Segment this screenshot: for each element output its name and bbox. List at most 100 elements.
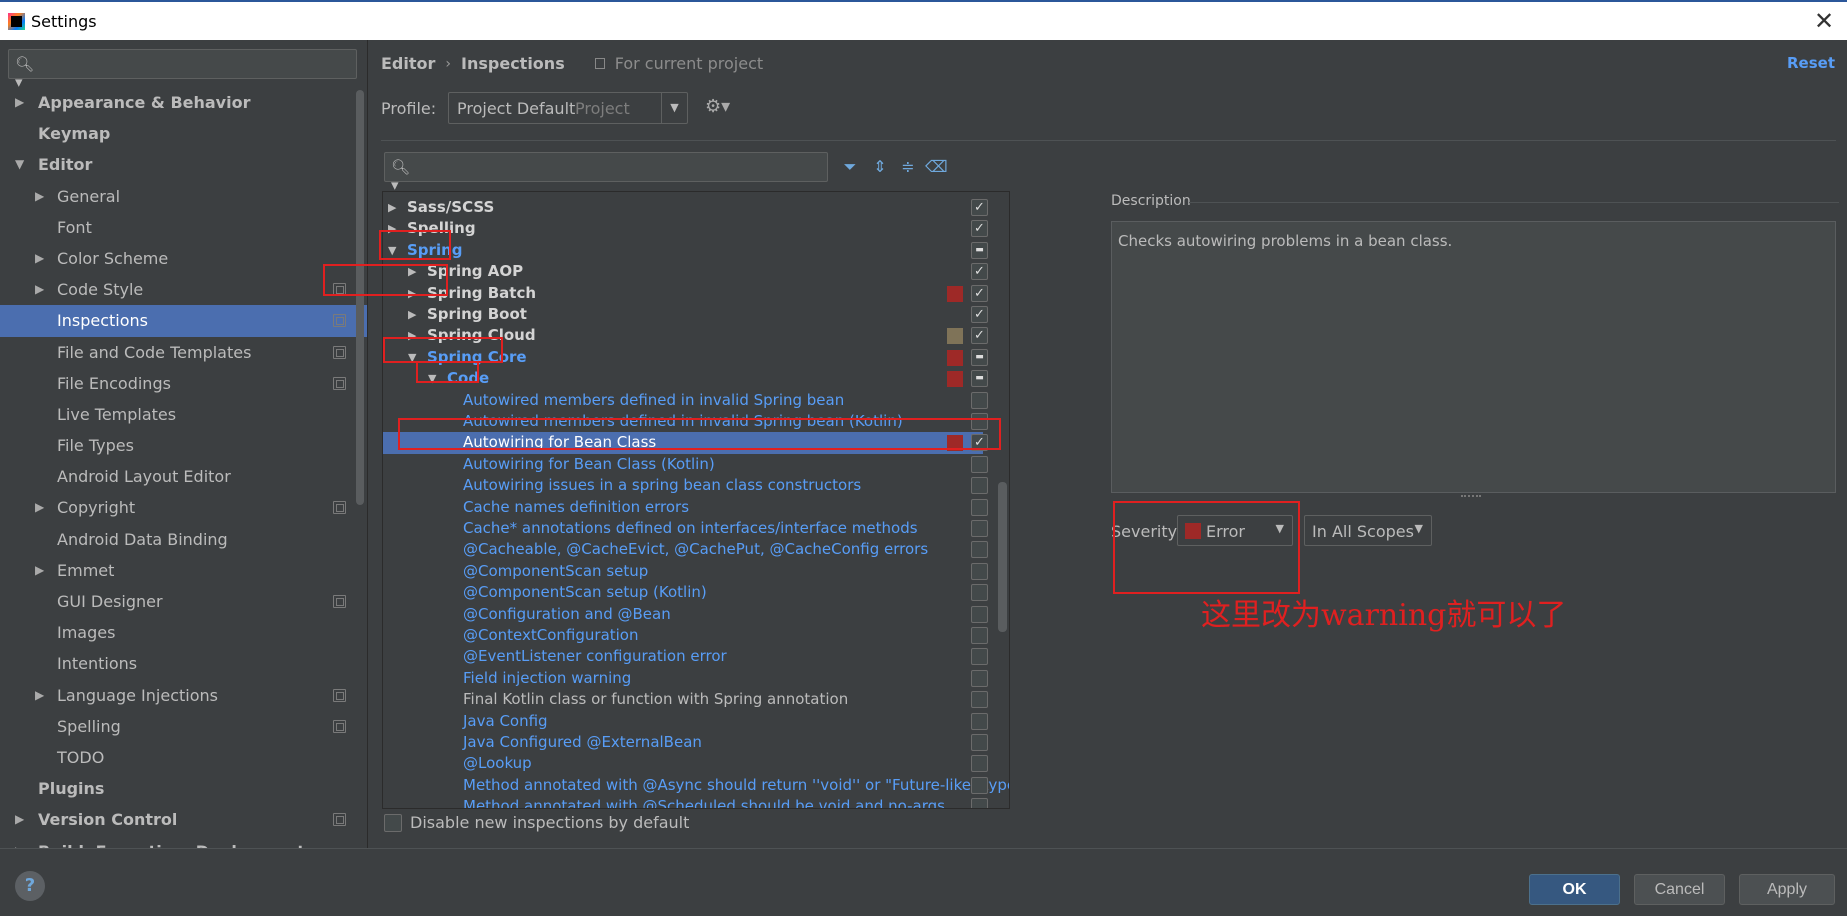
inspection-checkbox[interactable] (971, 391, 988, 409)
chevron-right-icon[interactable]: ▶ (408, 325, 416, 346)
inspection-row[interactable]: @ContextConfiguration (383, 625, 988, 646)
inspection-row[interactable]: Cache* annotations defined on interfaces… (383, 518, 988, 539)
chevron-down-icon[interactable]: ▼ (388, 240, 396, 261)
inspection-checkbox[interactable]: ▬ (971, 348, 988, 366)
inspection-checkbox[interactable]: ▬ (971, 370, 988, 388)
inspection-checkbox[interactable] (971, 541, 988, 559)
chevron-right-icon[interactable]: ▶ (408, 283, 416, 304)
inspection-row[interactable]: Autowiring for Bean Class ✓ (383, 432, 988, 454)
sidebar-item[interactable]: File Encodings (0, 368, 367, 399)
sidebar-item[interactable]: GUI Designer (0, 586, 367, 617)
inspection-checkbox[interactable]: ✓ (971, 434, 988, 452)
inspection-row[interactable]: ▶ Spring Boot ✓ (383, 304, 988, 325)
sidebar-item[interactable]: ▶ Emmet (0, 555, 367, 586)
inspection-checkbox[interactable] (971, 648, 988, 666)
severity-dropdown[interactable]: Error ▼ (1177, 515, 1293, 546)
sidebar-item[interactable]: ▶ Copyright (0, 492, 367, 523)
inspection-row[interactable]: Method annotated with @Scheduled should … (383, 796, 988, 808)
inspection-row[interactable]: Autowiring for Bean Class (Kotlin) (383, 454, 988, 475)
gear-icon[interactable]: ⚙▾ (705, 96, 730, 117)
inspection-checkbox[interactable]: ▬ (971, 241, 988, 259)
expand-all-icon[interactable]: ⇕ (869, 156, 891, 178)
scope-dropdown[interactable]: In All Scopes ▼ (1304, 515, 1432, 546)
help-icon[interactable]: ? (15, 871, 45, 901)
inspection-row[interactable]: ▶ Sass/SCSS ✓ (383, 197, 988, 218)
inspection-checkbox[interactable] (971, 691, 988, 709)
inspection-row[interactable]: Field injection warning (383, 668, 988, 689)
chevron-down-icon[interactable]: ▼ (15, 149, 24, 180)
inspection-checkbox[interactable] (971, 776, 988, 794)
reset-link[interactable]: Reset (1787, 54, 1835, 72)
sidebar-item[interactable]: Inspections (0, 305, 367, 337)
inspection-checkbox[interactable] (971, 413, 988, 430)
inspection-checkbox[interactable]: ✓ (971, 220, 988, 238)
inspection-row[interactable]: @Lookup (383, 753, 988, 774)
inspection-row[interactable]: ▼ Spring ▬ (383, 240, 988, 261)
close-icon[interactable]: ✕ (1811, 8, 1837, 34)
inspection-row[interactable]: Method annotated with @Async should retu… (383, 775, 1009, 796)
inspection-checkbox[interactable] (971, 520, 988, 537)
inspection-row[interactable]: ▶ Spring Cloud ✓ (383, 325, 988, 346)
sidebar-item[interactable]: Plugins (0, 773, 367, 804)
chevron-right-icon[interactable]: ▶ (35, 492, 44, 523)
inspection-checkbox[interactable] (971, 584, 988, 602)
disable-new-inspections-checkbox[interactable]: Disable new inspections by default (384, 813, 689, 832)
inspection-checkbox[interactable] (971, 498, 988, 516)
inspection-row[interactable]: Autowired members defined in invalid Spr… (383, 390, 988, 411)
checkbox-box[interactable] (384, 813, 402, 832)
inspection-row[interactable]: @Cacheable, @CacheEvict, @CachePut, @Cac… (383, 539, 988, 560)
inspection-row[interactable]: Java Config (383, 711, 988, 732)
chevron-right-icon[interactable]: ▶ (15, 87, 24, 118)
inspection-checkbox[interactable] (971, 755, 988, 773)
profile-dropdown[interactable]: Project Default Project ▼ (448, 92, 688, 124)
inspection-checkbox[interactable]: ✓ (971, 327, 988, 345)
inspection-checkbox[interactable]: ✓ (971, 199, 988, 216)
inspection-row[interactable]: ▼ Spring Core ▬ (383, 347, 988, 368)
inspection-checkbox[interactable] (971, 627, 988, 644)
filter-icon[interactable]: ⏷ (839, 156, 861, 178)
chevron-right-icon[interactable]: ▶ (35, 680, 44, 711)
inspection-row[interactable]: Autowiring issues in a spring bean class… (383, 475, 988, 496)
inspection-row[interactable]: @Configuration and @Bean (383, 604, 988, 625)
cancel-button[interactable]: Cancel (1634, 874, 1725, 905)
sidebar-item[interactable]: File Types (0, 430, 367, 461)
inspection-checkbox[interactable] (971, 605, 988, 623)
sidebar-item[interactable]: Images (0, 617, 367, 648)
chevron-right-icon[interactable]: ▶ (388, 218, 396, 239)
chevron-right-icon[interactable]: ▶ (408, 261, 416, 282)
chevron-right-icon[interactable]: ▶ (388, 197, 396, 218)
inspection-checkbox[interactable] (971, 477, 988, 495)
sidebar-item[interactable]: Live Templates (0, 399, 367, 430)
splitter-handle[interactable] (1461, 495, 1481, 499)
inspection-checkbox[interactable]: ✓ (971, 306, 988, 323)
breadcrumb-editor[interactable]: Editor (381, 54, 435, 73)
eraser-icon[interactable]: ⌫ (925, 156, 948, 178)
sidebar-item[interactable]: Intentions (0, 648, 367, 679)
inspection-checkbox[interactable]: ✓ (971, 284, 988, 302)
sidebar-item[interactable]: ▶ Code Style (0, 274, 367, 305)
chevron-right-icon[interactable]: ▶ (15, 836, 24, 849)
chevron-right-icon[interactable]: ▶ (35, 243, 44, 274)
chevron-right-icon[interactable]: ▶ (35, 274, 44, 305)
inspection-row[interactable]: ▶ Spring AOP ✓ (383, 261, 988, 282)
inspections-search-input[interactable]: 🔍︎▾ (384, 152, 828, 194)
chevron-right-icon[interactable]: ▶ (408, 304, 416, 325)
sidebar-scrollbar[interactable] (356, 90, 364, 505)
tree-scrollbar[interactable] (998, 482, 1007, 632)
inspection-row[interactable]: Java Configured @ExternalBean (383, 732, 988, 753)
inspection-checkbox[interactable] (971, 669, 988, 687)
sidebar-item[interactable]: File and Code Templates (0, 337, 367, 368)
sidebar-item[interactable]: ▶ Color Scheme (0, 243, 367, 274)
settings-search-input[interactable]: 🔍︎▾ (8, 49, 357, 91)
inspection-checkbox[interactable] (971, 455, 988, 473)
apply-button[interactable]: Apply (1739, 874, 1835, 905)
inspection-checkbox[interactable] (971, 562, 988, 580)
sidebar-item[interactable]: Keymap (0, 118, 367, 149)
sidebar-item[interactable]: ▶ Build, Execution, Deployment (0, 836, 367, 849)
chevron-down-icon[interactable]: ▼ (408, 347, 416, 368)
inspection-checkbox[interactable] (971, 798, 988, 808)
inspection-row[interactable]: Cache names definition errors (383, 497, 988, 518)
inspection-row[interactable]: ▶ Spelling ✓ (383, 218, 988, 239)
inspection-row[interactable]: Autowired members defined in invalid Spr… (383, 411, 988, 432)
sidebar-item[interactable]: ▶ Appearance & Behavior (0, 87, 367, 118)
